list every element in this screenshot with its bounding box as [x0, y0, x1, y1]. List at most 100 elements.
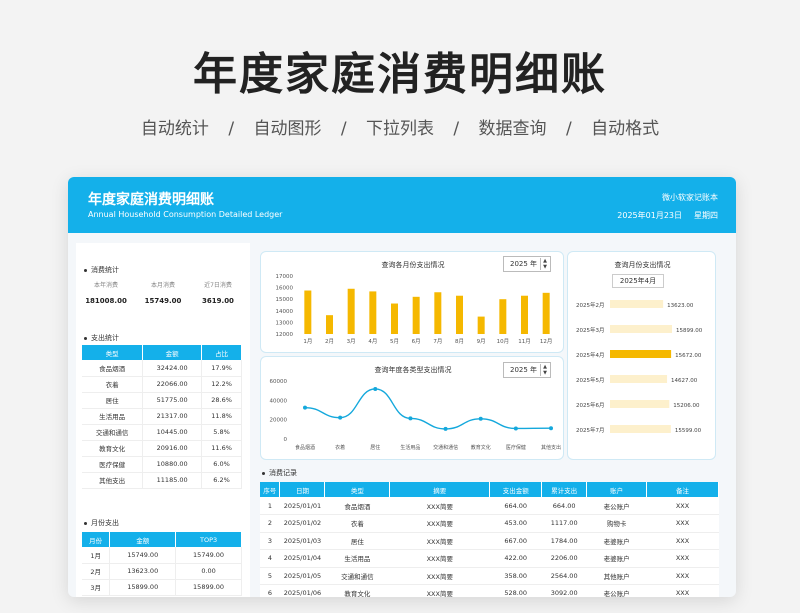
- table-cell: 1784.00: [541, 532, 587, 550]
- bar: [477, 316, 485, 334]
- table-cell: 51775.00: [142, 392, 203, 409]
- column-header: 账户: [586, 482, 648, 497]
- table-row: 1 2025/01/01 食品烟酒 XXX简要 664.00 664.00 老公账户 XXX: [260, 497, 719, 515]
- ledger-subtitle: Annual Household Consumption Detailed Le…: [88, 210, 283, 219]
- ledger-window: 年度家庭消费明细账 Annual Household Consumption D…: [68, 177, 736, 597]
- y-tick-label: 13000: [276, 320, 294, 326]
- month-query-card: 查询月份支出情况 2025年4月 2025年2月 13623.00 2025年3月 1…: [567, 251, 716, 460]
- kpi-label: 本月消费: [150, 282, 175, 289]
- table-row: 3 2025/01/03 居住 XXX简要 667.00 1784.00 老婆账户 XXX: [260, 532, 719, 550]
- table-cell: 购物卡: [586, 514, 647, 533]
- monthly-bar-chart: 17000 16000 15000 14000 13000 12000 1月 2月 3月 4月 5月…: [276, 274, 553, 345]
- column-header: 序号: [260, 482, 281, 497]
- table-cell: 1月: [82, 547, 111, 564]
- feature-label: 下拉列表: [366, 119, 434, 139]
- table-cell: 528.00: [489, 584, 542, 597]
- x-tick-label: 2月: [325, 338, 334, 345]
- table-cell: XXX简要: [389, 497, 490, 515]
- data-point: [408, 416, 413, 421]
- table-cell: 1117.00: [541, 514, 587, 533]
- feature-label: 数据查询: [478, 119, 547, 139]
- column-header: 累计支出: [541, 482, 588, 497]
- month-hbar-chart: 2025年2月 13623.00 2025年3月 15899.00 2025年4月 156…: [576, 300, 703, 434]
- monthly-section-title: 月份支出: [84, 518, 119, 528]
- x-tick-label: 8月: [455, 338, 464, 345]
- table-row: 6 2025/01/06 教育文化 XXX简要 528.00 3092.00 老公账户 XXX: [260, 584, 719, 597]
- ledger-banner: 年度家庭消费明细账 Annual Household Consumption D…: [68, 177, 736, 233]
- table-cell: 21317.00: [142, 408, 203, 425]
- category-label: 2025年6月: [576, 401, 605, 409]
- table-cell: 2564.00: [541, 567, 587, 585]
- table-cell: 教育文化: [324, 584, 390, 597]
- table-row: 居住 51775.00 28.6%: [82, 392, 242, 409]
- column-header: 备注: [646, 482, 719, 497]
- table-cell: 老婆账户: [586, 549, 647, 568]
- column-header: 摘要: [389, 482, 491, 497]
- bar: [369, 291, 377, 334]
- column-header: 金额: [109, 532, 177, 547]
- bar: [610, 375, 668, 383]
- bar: [521, 295, 528, 334]
- x-tick-label: 医疗保健: [506, 444, 526, 451]
- y-tick-label: 17000: [276, 274, 294, 280]
- y-tick-label: 60000: [270, 379, 288, 385]
- column-header: 月份: [82, 532, 111, 547]
- table-cell: 6.0%: [201, 456, 242, 473]
- table-cell: 交通和通信: [82, 424, 144, 441]
- series-line: [304, 388, 552, 430]
- column-header: 类型: [324, 482, 391, 497]
- x-tick-label: 衣着: [335, 444, 345, 451]
- table-cell: 17.9%: [201, 360, 242, 377]
- column-header: 日期: [279, 482, 326, 497]
- y-tick-label: 14000: [276, 309, 294, 315]
- y-tick-label: 16000: [276, 286, 294, 292]
- records-table: 序号 日期 类型 摘要 支出金额 累计支出 账户 备注 1 2025/01/01 食品烟酒 XXX简…: [260, 482, 719, 597]
- data-label: 13623.00: [667, 303, 694, 309]
- x-tick-label: 居住: [370, 444, 380, 451]
- table-cell: XXX: [646, 549, 719, 568]
- column-header: 金额: [142, 345, 203, 360]
- table-cell: 4: [260, 549, 280, 568]
- category-line-chart: 60000 40000 20000 0 食品烟酒 衣着 居住 生活用品 交通和通信 教育文化 医疗保…: [270, 379, 562, 451]
- column-header: 类型: [82, 345, 144, 360]
- bar: [434, 292, 442, 334]
- column-header: 占比: [201, 345, 242, 360]
- table-cell: 老公账户: [586, 497, 647, 515]
- table-cell: 老公账户: [586, 584, 647, 597]
- column-header: TOP3: [175, 532, 242, 547]
- table-row: 生活用品 21317.00 11.8%: [82, 408, 242, 425]
- table-cell: 15899.00: [109, 579, 177, 596]
- table-cell: 食品烟酒: [82, 360, 144, 377]
- table-cell: 3: [260, 532, 280, 550]
- table-cell: 13623.00: [109, 563, 177, 580]
- feature-label: 自动图形: [253, 119, 322, 139]
- x-tick-label: 9月: [477, 338, 486, 345]
- bar: [304, 290, 312, 334]
- table-row: 1月 15749.00 15749.00: [82, 547, 242, 564]
- table-row: 5 2025/01/05 交通和通信 XXX简要 358.00 2564.00 其他账户 XX…: [260, 567, 719, 585]
- table-row: 交通和通信 10445.00 5.8%: [82, 424, 242, 441]
- bar: [456, 295, 463, 334]
- hero-title: 年度家庭消费明细账: [193, 49, 607, 100]
- table-cell: 3092.00: [541, 584, 587, 597]
- category-chart-card: 查询年度各类型支出情况 2025 年 ▲ ▼ 60000 40000 20000 0 食品…: [260, 356, 564, 460]
- table-cell: 0.00: [175, 563, 242, 580]
- table-cell: 3月: [82, 579, 111, 596]
- table-cell: XXX: [646, 514, 719, 533]
- table-cell: 15749.00: [109, 547, 177, 564]
- bar: [610, 325, 672, 333]
- table-cell: 2025/01/04: [279, 549, 325, 568]
- table-cell: 其他支出: [82, 472, 144, 489]
- table-cell: 453.00: [489, 514, 542, 533]
- category-label: 2025年7月: [576, 426, 605, 434]
- table-cell: 其他账户: [586, 567, 647, 585]
- table-cell: 664.00: [541, 497, 587, 515]
- data-point: [338, 415, 343, 420]
- category-label: 2025年3月: [576, 326, 605, 334]
- data-label: 15899.00: [676, 328, 703, 334]
- table-cell: 交通和通信: [324, 567, 390, 585]
- table-row: 衣着 22066.00 12.2%: [82, 376, 242, 393]
- x-tick-label: 3月: [347, 338, 356, 345]
- x-tick-label: 7月: [433, 338, 442, 345]
- table-cell: 11185.00: [142, 472, 203, 489]
